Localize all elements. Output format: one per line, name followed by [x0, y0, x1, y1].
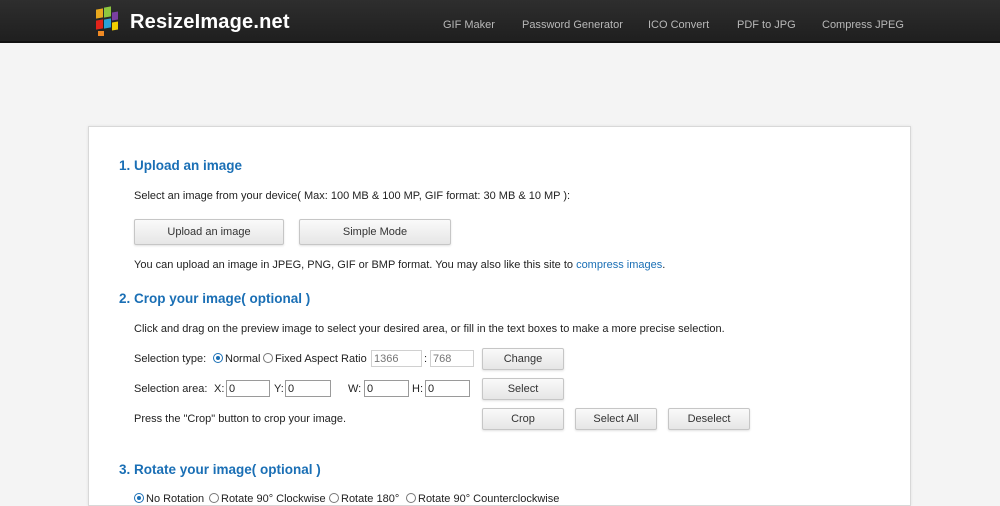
nav-gif-maker[interactable]: GIF Maker — [443, 19, 495, 31]
select-button[interactable]: Select — [482, 378, 564, 400]
ratio-height-input[interactable] — [430, 350, 474, 367]
upload-heading: 1. Upload an image — [119, 158, 243, 173]
radio-normal-label: Normal — [225, 353, 261, 365]
rotate-180-label: Rotate 180° — [341, 493, 400, 505]
radio-fixed-label: Fixed Aspect Ratio — [275, 353, 367, 365]
rotate-180-indicator[interactable] — [329, 493, 339, 503]
main-panel: 1. Upload an image Select an image from … — [88, 126, 911, 506]
formats-text: You can upload an image in JPEG, PNG, GI… — [134, 259, 665, 271]
rotate-option-90ccw[interactable]: Rotate 90° Counterclockwise — [406, 493, 559, 505]
w-label: W: — [348, 383, 362, 395]
upload-description: Select an image from your device( Max: 1… — [134, 190, 571, 202]
selection-type-label: Selection type: — [134, 353, 207, 365]
crop-button[interactable]: Crop — [482, 408, 564, 430]
x-input[interactable] — [226, 380, 270, 397]
w-input[interactable] — [364, 380, 409, 397]
rotate-90cw-indicator[interactable] — [209, 493, 219, 503]
select-all-button[interactable]: Select All — [575, 408, 657, 430]
rotate-heading: 3. Rotate your image( optional ) — [119, 462, 321, 477]
deselect-button[interactable]: Deselect — [668, 408, 750, 430]
rotate-90ccw-indicator[interactable] — [406, 493, 416, 503]
main-nav: GIF Maker Password Generator ICO Convert… — [0, 0, 1000, 43]
top-nav-bar: ResizeImage.net GIF Maker Password Gener… — [0, 0, 1000, 43]
crop-heading: 2. Crop your image( optional ) — [119, 291, 311, 306]
ratio-width-input[interactable] — [371, 350, 422, 367]
rotate-90cw-label: Rotate 90° Clockwise — [221, 493, 326, 505]
radio-normal-indicator[interactable] — [213, 353, 223, 363]
simple-mode-button[interactable]: Simple Mode — [299, 219, 451, 245]
compress-images-link[interactable]: compress images — [576, 259, 662, 271]
rotate-option-90cw[interactable]: Rotate 90° Clockwise — [209, 493, 326, 505]
formats-text-body: You can upload an image in JPEG, PNG, GI… — [134, 259, 577, 271]
radio-fixed-indicator[interactable] — [263, 353, 273, 363]
radio-normal[interactable]: Normal — [213, 353, 260, 365]
rotate-none-label: No Rotation — [146, 493, 205, 505]
y-label: Y: — [274, 383, 284, 395]
rotate-90ccw-label: Rotate 90° Counterclockwise — [418, 493, 560, 505]
nav-pdf-to-jpg[interactable]: PDF to JPG — [737, 19, 796, 31]
nav-ico-convert[interactable]: ICO Convert — [648, 19, 709, 31]
x-label: X: — [214, 383, 225, 395]
selection-area-label: Selection area: — [134, 383, 208, 395]
rotate-none-indicator[interactable] — [134, 493, 144, 503]
y-input[interactable] — [285, 380, 331, 397]
radio-fixed-aspect[interactable]: Fixed Aspect Ratio — [263, 353, 367, 365]
change-button[interactable]: Change — [482, 348, 564, 370]
nav-password-generator[interactable]: Password Generator — [522, 19, 623, 31]
rotate-option-180[interactable]: Rotate 180° — [329, 493, 399, 505]
h-input[interactable] — [425, 380, 470, 397]
ratio-separator: : — [424, 353, 428, 365]
nav-compress-jpeg[interactable]: Compress JPEG — [822, 19, 904, 31]
crop-description: Click and drag on the preview image to s… — [134, 323, 725, 335]
h-label: H: — [412, 383, 423, 395]
crop-hint: Press the "Crop" button to crop your ima… — [134, 413, 347, 425]
rotate-option-none[interactable]: No Rotation — [134, 493, 204, 505]
formats-text-end: . — [662, 259, 666, 271]
upload-image-button[interactable]: Upload an image — [134, 219, 284, 245]
